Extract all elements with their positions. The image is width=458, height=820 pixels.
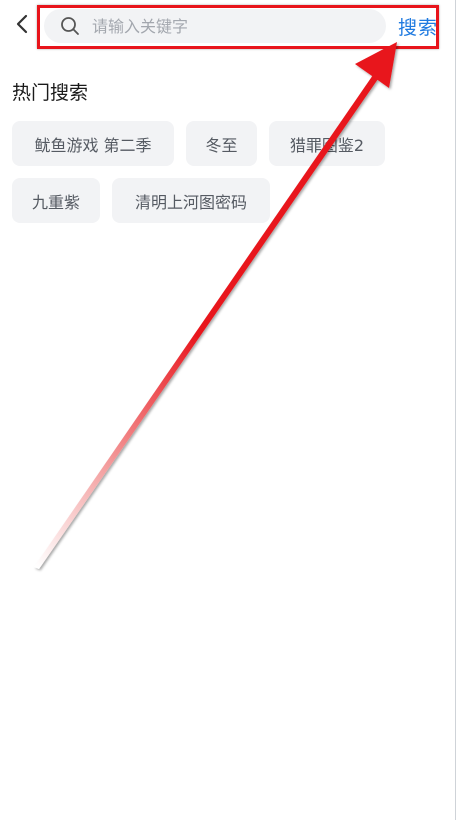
hot-search-tag[interactable]: 鱿鱼游戏 第二季: [12, 121, 174, 166]
tag-row: 鱿鱼游戏 第二季 冬至 猎罪图鉴2: [12, 121, 432, 166]
hot-search-title: 热门搜索: [12, 82, 89, 104]
search-box[interactable]: [44, 9, 386, 43]
hot-search-tag[interactable]: 冬至: [186, 121, 257, 166]
hot-search-tag[interactable]: 猎罪图鉴2: [269, 121, 385, 166]
search-input[interactable]: [90, 15, 364, 37]
edge-divider: [455, 0, 456, 820]
hot-search-tags: 鱿鱼游戏 第二季 冬至 猎罪图鉴2 九重紫 清明上河图密码: [12, 121, 432, 235]
hot-search-tag[interactable]: 清明上河图密码: [112, 178, 270, 223]
search-screen: 搜索 热门搜索 鱿鱼游戏 第二季 冬至 猎罪图鉴2 九重紫 清明上河图密码: [0, 0, 458, 820]
search-button[interactable]: 搜索: [398, 13, 438, 40]
chevron-left-icon: [15, 14, 29, 38]
top-bar: 搜索: [0, 0, 458, 56]
hot-search-tag[interactable]: 九重紫: [12, 178, 100, 223]
back-button[interactable]: [8, 12, 36, 40]
tag-row: 九重紫 清明上河图密码: [12, 178, 432, 223]
search-icon: [60, 16, 80, 36]
